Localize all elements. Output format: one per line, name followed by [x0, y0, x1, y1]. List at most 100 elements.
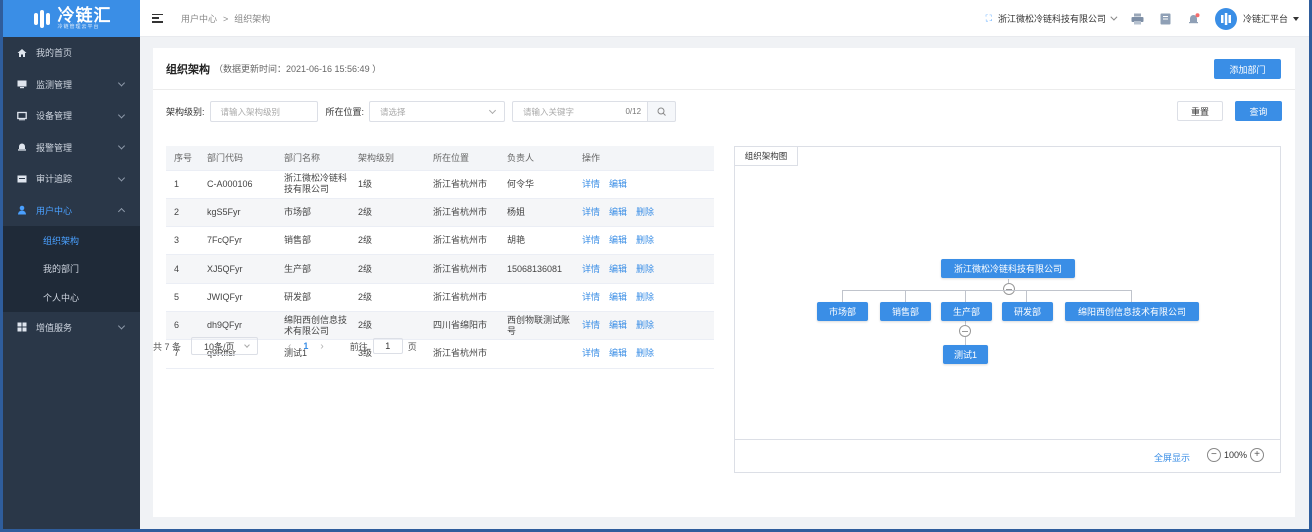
- edit-link[interactable]: 编辑: [609, 292, 627, 302]
- menu-toggle-icon[interactable]: [152, 13, 163, 23]
- org-node[interactable]: 测试1: [943, 345, 988, 364]
- fullscreen-link[interactable]: 全屏显示: [1154, 451, 1190, 464]
- delete-link[interactable]: 删除: [636, 348, 654, 358]
- caret-down-icon: [1293, 16, 1299, 21]
- page-number-current[interactable]: 1: [303, 341, 308, 351]
- logo[interactable]: 冷链汇 冷链管理云平台: [3, 0, 140, 37]
- edit-link[interactable]: 编辑: [609, 179, 627, 189]
- prev-page-icon[interactable]: ‹: [288, 341, 291, 352]
- page-size-value: 10条/页: [204, 341, 235, 352]
- edit-link[interactable]: 编辑: [609, 235, 627, 245]
- org-node-root[interactable]: 浙江微松冷链科技有限公司: [941, 259, 1075, 278]
- keyword-input[interactable]: 请输入关键字 0/12: [512, 101, 649, 122]
- filter-bar: 架构级别: 请输入架构级别 所在位置: 请选择 请输入关键字 0/12 重置 查…: [166, 101, 1282, 122]
- sidebar-subitem-profile[interactable]: 个人中心: [3, 283, 140, 312]
- table-row: 4 XJ5QFyr 生产部 2级 浙江省杭州市 15068136081 详情 编辑 删除: [166, 254, 714, 284]
- detail-link[interactable]: 详情: [582, 207, 600, 217]
- company-name: 浙江微松冷链科技有限公司: [997, 14, 1106, 24]
- sidebar-item-alarm[interactable]: 报警管理: [3, 132, 140, 164]
- zoom-out-icon[interactable]: −: [1206, 448, 1221, 462]
- location-select[interactable]: 请选择: [369, 101, 506, 122]
- detail-link[interactable]: 详情: [582, 235, 600, 245]
- detail-link[interactable]: 详情: [582, 264, 600, 274]
- platform-name: 冷链汇平台: [1242, 14, 1288, 24]
- printer-icon[interactable]: [1131, 13, 1144, 25]
- cell-loc: 四川省绵阳市: [425, 311, 499, 341]
- collapse-toggle-icon[interactable]: [1003, 283, 1015, 295]
- delete-link[interactable]: 删除: [636, 320, 654, 330]
- document-icon[interactable]: [1159, 13, 1172, 25]
- chevron-down-icon: [117, 79, 126, 87]
- sidebar-item-label: 我的首页: [36, 48, 73, 59]
- delete-link[interactable]: 删除: [636, 292, 654, 302]
- edit-link[interactable]: 编辑: [609, 320, 627, 330]
- sidebar-subitem-my-dept[interactable]: 我的部门: [3, 255, 140, 284]
- detail-link[interactable]: 详情: [582, 348, 600, 358]
- zoom-in-icon[interactable]: +: [1250, 448, 1264, 462]
- query-button[interactable]: 查询: [1235, 101, 1282, 121]
- avatar[interactable]: [1214, 7, 1237, 30]
- company-switcher[interactable]: ⛶ 浙江微松冷链科技有限公司: [986, 12, 1118, 25]
- org-node[interactable]: 研发部: [1002, 302, 1053, 321]
- cell-actions: 详情 编辑 删除: [574, 226, 714, 256]
- breadcrumb: 用户中心 > 组织架构: [181, 13, 271, 24]
- search-button[interactable]: [648, 101, 677, 122]
- column-header: 负责人: [499, 146, 574, 171]
- platform-menu[interactable]: 冷链汇平台: [1243, 12, 1299, 25]
- add-department-button[interactable]: 添加部门: [1214, 59, 1281, 79]
- breadcrumb-item[interactable]: 用户中心: [181, 14, 217, 24]
- detail-link[interactable]: 详情: [582, 179, 600, 189]
- search-icon: [657, 107, 666, 116]
- cell-no: 1: [166, 170, 199, 199]
- next-page-icon[interactable]: ›: [320, 341, 323, 352]
- delete-link[interactable]: 删除: [636, 207, 654, 217]
- zoom-level: 100%: [1223, 450, 1247, 460]
- sidebar-item-monitor[interactable]: 监测管理: [3, 69, 140, 101]
- org-node[interactable]: 生产部: [941, 302, 992, 321]
- pagination: 共 7 条 10条/页 ‹ 1 › 前往 1 页: [153, 337, 417, 355]
- chevron-down-icon: [117, 111, 126, 119]
- column-header: 所在位置: [425, 146, 499, 171]
- edit-link[interactable]: 编辑: [609, 207, 627, 217]
- tab-org-chart[interactable]: 组织架构图: [735, 147, 798, 166]
- sidebar-item-user-center[interactable]: 用户中心: [3, 195, 140, 227]
- detail-link[interactable]: 详情: [582, 320, 600, 330]
- delete-link[interactable]: 删除: [636, 264, 654, 274]
- sidebar-menu: 我的首页 监测管理 设备管理 报警管理 审计追踪 用户中心: [3, 37, 140, 226]
- table-row: 3 7FcQFyr 销售部 2级 浙江省杭州市 胡艳 详情 编辑 删除: [166, 226, 714, 256]
- org-node[interactable]: 市场部: [817, 302, 868, 321]
- goto-page-input[interactable]: 1: [372, 338, 403, 354]
- cell-level: 2级: [350, 254, 425, 284]
- bell-icon[interactable]: [1187, 12, 1200, 25]
- page-size-select[interactable]: 10条/页: [191, 337, 259, 355]
- detail-link[interactable]: 详情: [582, 292, 600, 302]
- sidebar-subitem-org[interactable]: 组织架构: [3, 226, 140, 255]
- cell-loc: 浙江省杭州市: [425, 339, 499, 369]
- table-header-row: 序号 部门代码 部门名称 架构级别 所在位置 负责人 操作: [166, 146, 714, 171]
- chevron-down-icon: [1110, 13, 1118, 21]
- cell-owner: [499, 339, 574, 369]
- reset-button[interactable]: 重置: [1177, 101, 1223, 121]
- collapse-toggle-icon[interactable]: [959, 325, 971, 337]
- cell-loc: 浙江省杭州市: [425, 170, 499, 199]
- level-placeholder: 请输入架构级别: [220, 106, 281, 117]
- delete-link[interactable]: 删除: [636, 235, 654, 245]
- org-node[interactable]: 绵阳西创信息技术有限公司: [1065, 302, 1199, 321]
- sidebar-item-home[interactable]: 我的首页: [3, 37, 140, 69]
- cell-no: 2: [166, 198, 199, 228]
- edit-link[interactable]: 编辑: [609, 264, 627, 274]
- cell-name: 市场部: [276, 198, 350, 228]
- cell-level: 2级: [350, 311, 425, 341]
- chevron-down-icon: [244, 342, 250, 348]
- org-node[interactable]: 销售部: [880, 302, 931, 321]
- sidebar-item-value-added[interactable]: 增值服务: [3, 312, 140, 344]
- level-input[interactable]: 请输入架构级别: [209, 101, 318, 122]
- alarm-icon: [17, 142, 27, 152]
- edit-link[interactable]: 编辑: [609, 348, 627, 358]
- table-row: 1 C-A000106 浙江微松冷链科技有限公司 1级 浙江省杭州市 何令华 详情 编辑: [166, 170, 714, 199]
- sidebar-item-device[interactable]: 设备管理: [3, 100, 140, 132]
- sidebar-item-audit[interactable]: 审计追踪: [3, 163, 140, 195]
- goto-page: 前往 1 页: [350, 338, 417, 354]
- cell-level: 2级: [350, 283, 425, 312]
- user-center-submenu: 组织架构 我的部门 个人中心: [3, 226, 140, 312]
